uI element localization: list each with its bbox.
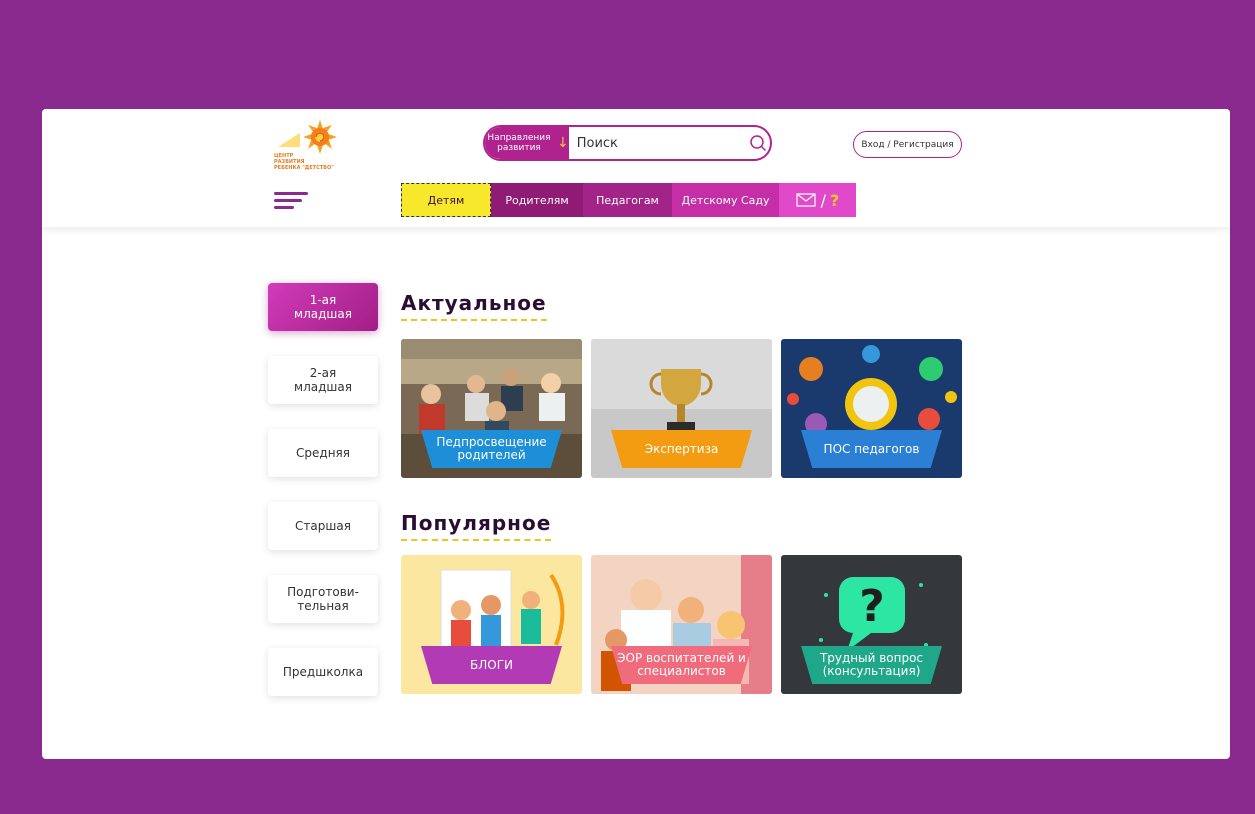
sidebar-item-label: Старшая bbox=[295, 519, 351, 533]
sidebar-item-label: 1-ая младшая bbox=[294, 293, 352, 321]
nav-slash: / bbox=[820, 190, 827, 210]
main-nav: Детям Родителям Педагогам Детскому Саду … bbox=[401, 183, 856, 217]
card-label: ЭОР воспитателей и специалистов bbox=[611, 646, 752, 684]
sidebar-item-preparatory[interactable]: Подготови-тельная bbox=[268, 575, 378, 623]
sidebar-item-2nd-junior[interactable]: 2-ая младшая bbox=[268, 356, 378, 404]
actual-cards: Педпросвещение родителей Экспертиза ПОС … bbox=[401, 339, 962, 478]
sidebar-item-label: Предшколка bbox=[282, 665, 364, 679]
sun-logo-icon bbox=[278, 120, 337, 154]
site-logo[interactable]: ЦЕНТР РАЗВИТИЯ РЕБЕНКА "ДЕТСТВО" bbox=[274, 119, 354, 174]
search-bar: Направления развития ↓ bbox=[483, 125, 772, 161]
search-input[interactable] bbox=[568, 127, 747, 159]
card-label: Экспертиза bbox=[611, 430, 752, 468]
age-group-sidebar: 1-ая младшая 2-ая младшая Средняя Старша… bbox=[268, 283, 378, 721]
site-header: ЦЕНТР РАЗВИТИЯ РЕБЕНКА "ДЕТСТВО" Направл… bbox=[42, 109, 1230, 227]
nav-kindergarten[interactable]: Детскому Саду bbox=[672, 183, 779, 217]
sidebar-item-label: Подготови-тельная bbox=[287, 585, 359, 613]
card-expertise[interactable]: Экспертиза bbox=[591, 339, 772, 478]
nav-kids[interactable]: Детям bbox=[401, 183, 491, 217]
nav-parents[interactable]: Родителям bbox=[491, 183, 583, 217]
nav-mail-question[interactable]: / ? bbox=[779, 183, 856, 217]
arrow-down-icon: ↓ bbox=[557, 135, 569, 151]
section-title-popular: Популярное bbox=[401, 511, 551, 541]
sidebar-item-1st-junior[interactable]: 1-ая младшая bbox=[268, 283, 378, 331]
directions-dropdown[interactable]: Направления развития ↓ bbox=[485, 127, 569, 159]
main-frame: ЦЕНТР РАЗВИТИЯ РЕБЕНКА "ДЕТСТВО" Направл… bbox=[42, 109, 1230, 759]
question-icon: ? bbox=[830, 190, 840, 210]
mail-icon bbox=[796, 193, 816, 207]
svg-text:?: ? bbox=[859, 581, 885, 632]
directions-label: Направления развития bbox=[487, 133, 551, 153]
card-label: БЛОГИ bbox=[421, 646, 562, 684]
card-digital-resources[interactable]: ЭОР воспитателей и специалистов bbox=[591, 555, 772, 694]
search-icon[interactable] bbox=[747, 127, 770, 159]
card-label: ПОС педагогов bbox=[801, 430, 942, 468]
section-title-actual: Актуальное bbox=[401, 291, 547, 321]
hamburger-menu-icon[interactable] bbox=[274, 192, 308, 212]
sidebar-item-middle[interactable]: Средняя bbox=[268, 429, 378, 477]
nav-teachers[interactable]: Педагогам bbox=[583, 183, 672, 217]
login-register-button[interactable]: Вход / Регистрация bbox=[853, 131, 962, 158]
sidebar-item-label: Средняя bbox=[296, 446, 350, 460]
card-difficult-question[interactable]: ? Трудный вопрос (консультация) bbox=[781, 555, 962, 694]
card-blogs[interactable]: БЛОГИ bbox=[401, 555, 582, 694]
card-teacher-community[interactable]: ПОС педагогов bbox=[781, 339, 962, 478]
sidebar-item-label: 2-ая младшая bbox=[294, 366, 352, 394]
card-label: Педпросвещение родителей bbox=[421, 430, 562, 468]
logo-line-3: РЕБЕНКА "ДЕТСТВО" bbox=[274, 165, 334, 171]
sidebar-item-senior[interactable]: Старшая bbox=[268, 502, 378, 550]
sidebar-item-preschool[interactable]: Предшколка bbox=[268, 648, 378, 696]
popular-cards: БЛОГИ ЭОР воспитателей и специалистов ? bbox=[401, 555, 962, 694]
card-label: Трудный вопрос (консультация) bbox=[801, 646, 942, 684]
card-parent-education[interactable]: Педпросвещение родителей bbox=[401, 339, 582, 478]
